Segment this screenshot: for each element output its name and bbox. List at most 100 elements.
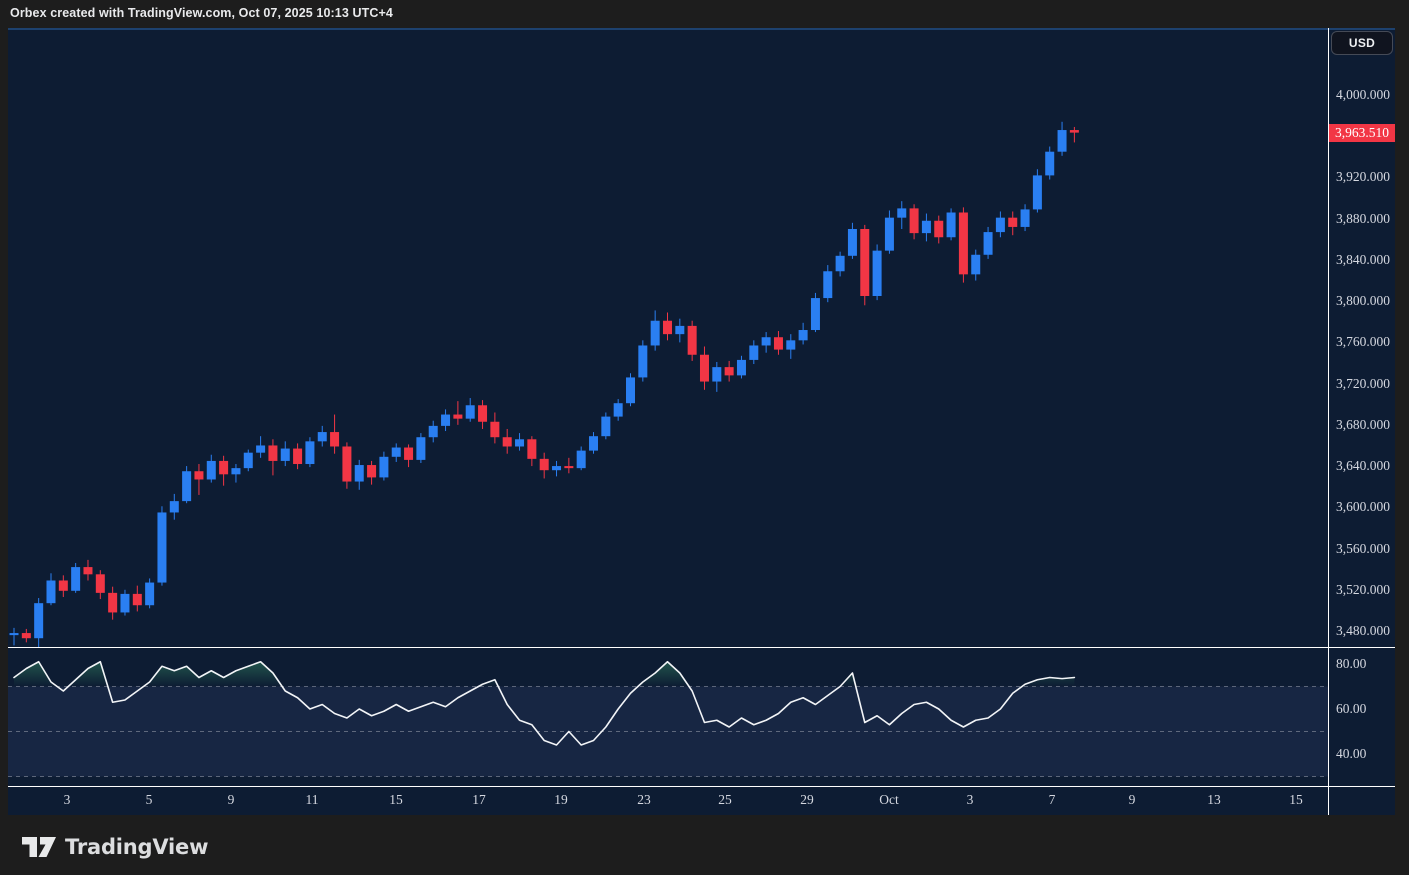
price-tick-label: 3,880.000 <box>1336 210 1390 228</box>
time-tick-label: 3 <box>967 792 974 808</box>
candle <box>71 563 80 593</box>
main-price-pane[interactable] <box>8 28 1328 647</box>
candle <box>207 455 216 483</box>
candle <box>96 570 105 599</box>
candle <box>416 433 425 463</box>
candlestick-chart <box>8 28 1328 647</box>
candle <box>934 216 943 244</box>
candle <box>342 442 351 488</box>
rsi-tick-label: 80.00 <box>1336 655 1366 673</box>
candle <box>774 331 783 355</box>
price-tick-label: 3,680.000 <box>1336 416 1390 434</box>
time-tick-label: 7 <box>1049 792 1056 808</box>
candle <box>527 436 536 466</box>
candle <box>441 409 450 431</box>
candle <box>219 456 228 486</box>
candle <box>244 450 253 472</box>
candle <box>133 586 142 612</box>
price-tick-label: 3,480.000 <box>1336 622 1390 640</box>
candle <box>897 201 906 229</box>
candle <box>700 347 709 390</box>
candle <box>885 210 894 253</box>
candle <box>799 323 808 345</box>
candle <box>59 575 68 597</box>
candle <box>638 340 647 381</box>
time-tick-label: 23 <box>637 792 651 808</box>
price-tick-label: 3,800.000 <box>1336 292 1390 310</box>
candle <box>10 628 19 646</box>
candle <box>170 494 179 520</box>
price-tick-label: 3,720.000 <box>1336 375 1390 393</box>
time-tick-label: 15 <box>1289 792 1303 808</box>
candle <box>712 362 721 392</box>
candle <box>614 399 623 421</box>
time-tick-label: 29 <box>800 792 814 808</box>
candle <box>651 310 660 350</box>
candle <box>675 319 684 343</box>
candle <box>145 578 154 608</box>
tradingview-logo[interactable]: TradingView <box>22 832 242 862</box>
candle <box>860 225 869 305</box>
attribution-text: Orbex created with TradingView.com, Oct … <box>10 6 393 20</box>
rsi-tick-label: 40.00 <box>1336 745 1366 763</box>
candle <box>626 373 635 406</box>
candle <box>811 293 820 332</box>
candle <box>786 334 795 359</box>
candle <box>503 429 512 454</box>
candle <box>256 436 265 458</box>
candle <box>737 356 746 379</box>
candle <box>231 464 240 483</box>
candle <box>367 461 376 485</box>
candle <box>959 207 968 282</box>
tradingview-logo-icon <box>22 834 56 860</box>
time-tick-label: 3 <box>64 792 71 808</box>
candle <box>749 340 758 364</box>
candle <box>1008 211 1017 235</box>
price-tick-label: 3,560.000 <box>1336 540 1390 558</box>
header-bar: Orbex created with TradingView.com, Oct … <box>0 0 1409 28</box>
last-price-badge: 3,963.510 <box>1329 124 1395 142</box>
candle <box>1070 127 1079 142</box>
price-tick-label: 3,520.000 <box>1336 581 1390 599</box>
candle <box>971 250 980 281</box>
footer-bar: TradingView <box>0 815 1409 875</box>
time-tick-label: 9 <box>1129 792 1136 808</box>
candle <box>429 421 438 443</box>
candle <box>83 560 92 581</box>
rsi-plot <box>8 647 1328 786</box>
currency-usd-button[interactable]: USD <box>1331 31 1393 55</box>
candle <box>577 446 586 470</box>
candle <box>564 458 573 473</box>
rsi-indicator-pane[interactable] <box>8 647 1328 786</box>
price-tick-label: 4,000.000 <box>1336 86 1390 104</box>
candle <box>318 426 327 447</box>
candle <box>182 466 191 503</box>
time-tick-label: 5 <box>146 792 153 808</box>
candle <box>120 590 129 616</box>
candle <box>663 312 672 340</box>
time-tick-label: 9 <box>228 792 235 808</box>
candle <box>22 629 31 642</box>
candle <box>281 441 290 466</box>
price-tick-label: 3,640.000 <box>1336 457 1390 475</box>
candle <box>823 265 832 302</box>
candle <box>873 244 882 300</box>
candle <box>552 461 561 476</box>
time-tick-label: 19 <box>554 792 568 808</box>
time-tick-label: 25 <box>718 792 732 808</box>
candle <box>515 433 524 451</box>
candle <box>392 443 401 462</box>
candle <box>910 204 919 239</box>
candle <box>1021 204 1030 231</box>
candle <box>1033 169 1042 212</box>
candle <box>836 252 845 277</box>
candle <box>947 208 956 240</box>
price-tick-label: 3,840.000 <box>1336 251 1390 269</box>
time-tick-label: Oct <box>879 792 899 808</box>
candle <box>157 506 166 585</box>
rsi-tick-label: 60.00 <box>1336 700 1366 718</box>
candle <box>379 452 388 481</box>
pane-separator[interactable] <box>8 647 1395 648</box>
candle <box>589 432 598 454</box>
candle <box>453 401 462 425</box>
